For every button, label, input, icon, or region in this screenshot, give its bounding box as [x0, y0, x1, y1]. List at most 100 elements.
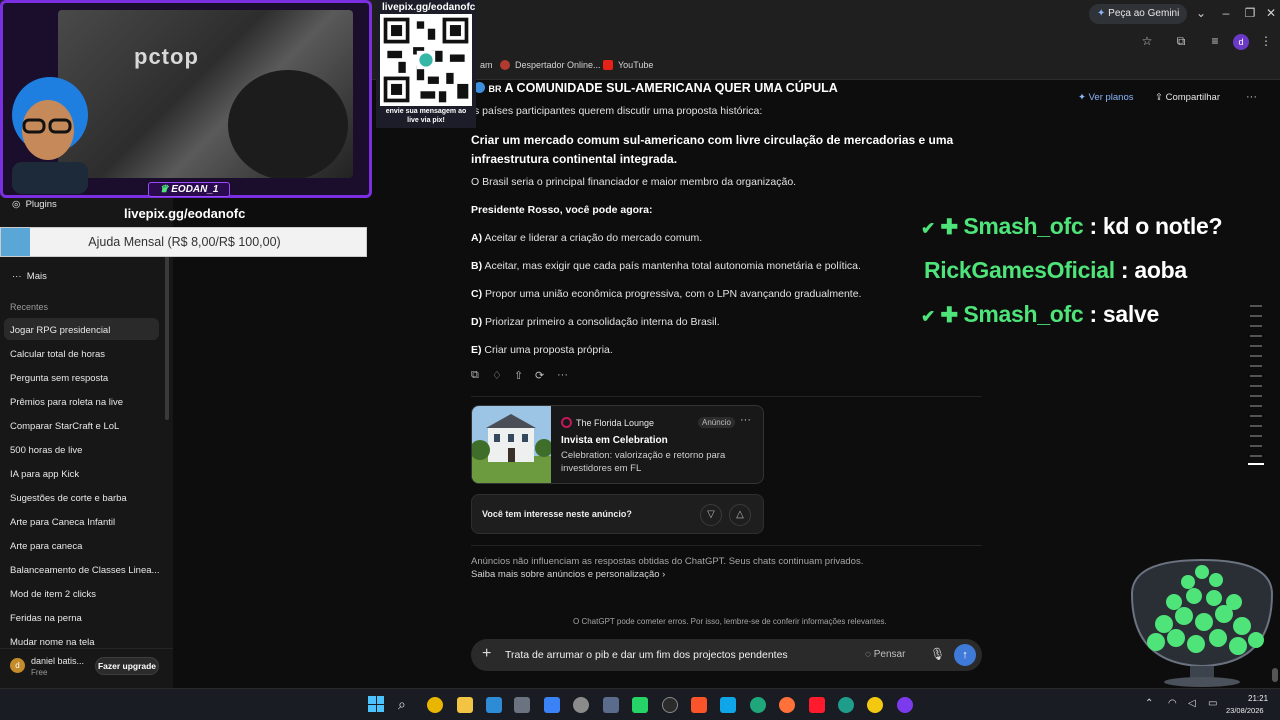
option-key: C): [471, 288, 483, 300]
sidebar-chat-item[interactable]: Pergunta sem resposta: [10, 373, 108, 384]
ad-learn-more-link[interactable]: Saiba mais sobre anúncios e personalizaç…: [471, 569, 665, 580]
sidebar-chat-item[interactable]: Balanceamento de Classes Linea...: [10, 565, 159, 576]
ad-question: Você tem interesse neste anúncio?: [482, 509, 632, 519]
sidebar-chat-item[interactable]: IA para app Kick: [10, 469, 79, 480]
app-icon[interactable]: [867, 697, 883, 713]
plugins-icon: ◎: [12, 199, 21, 210]
chrome-icon[interactable]: [427, 697, 443, 713]
reading-list-icon[interactable]: ≡: [1207, 34, 1223, 48]
tab-search-icon[interactable]: ⌄: [1193, 6, 1209, 20]
sidebar-chat-item[interactable]: Mudar nome na tela: [10, 637, 95, 646]
plus-icon[interactable]: +: [482, 645, 491, 663]
ad-headline: Invista em Celebration: [561, 435, 668, 446]
sidebar-item-plugins[interactable]: ◎ Plugins: [12, 199, 57, 210]
edge-icon[interactable]: [750, 697, 766, 713]
tray-chevron-icon[interactable]: ⌃: [1145, 698, 1153, 709]
regenerate-icon[interactable]: ⟳: [535, 369, 544, 382]
upgrade-button[interactable]: Fazer upgrade: [95, 657, 159, 675]
ad-menu-icon[interactable]: ···: [740, 414, 751, 426]
close-icon[interactable]: ✕: [1263, 6, 1279, 20]
firefox-icon[interactable]: [779, 697, 795, 713]
think-label: Pensar: [873, 649, 906, 660]
gemini-label: Peça ao Gemini: [1108, 8, 1180, 19]
gemini-button[interactable]: ✦ Peça ao Gemini: [1089, 4, 1188, 24]
option-text: Aceitar e liderar a criação do mercado c…: [484, 232, 703, 244]
sidebar-chat-item[interactable]: Prêmios para roleta na live: [10, 397, 123, 408]
sidebar-chat-item[interactable]: Arte para caneca: [10, 541, 82, 552]
option-key: A): [471, 232, 483, 244]
qr-caption-2: live via pix!: [407, 117, 445, 124]
copy-icon[interactable]: ⧉: [471, 369, 479, 382]
thumbs-down-icon[interactable]: ▽: [700, 504, 722, 526]
extensions-icon[interactable]: ⧉: [1173, 34, 1189, 49]
message-intro: s países participantes querem discutir u…: [474, 105, 763, 117]
start-icon[interactable]: [368, 696, 384, 712]
qr-title: livepix.gg/eodanofc: [382, 2, 476, 13]
app-icon[interactable]: [897, 697, 913, 713]
vivaldi-icon[interactable]: [809, 697, 825, 713]
capcut-icon[interactable]: [720, 697, 736, 713]
feedback-icon[interactable]: ♢: [492, 369, 502, 382]
whatsapp-icon[interactable]: [632, 697, 648, 713]
browser-menu-icon[interactable]: ⋮: [1258, 34, 1274, 48]
share-icon[interactable]: ⇧: [514, 369, 523, 382]
youtube-icon: [603, 60, 613, 70]
brave-icon[interactable]: [691, 697, 707, 713]
app-icon[interactable]: [603, 697, 619, 713]
sidebar-chat-item[interactable]: Feridas na perna: [10, 613, 82, 624]
sidebar-chat-item[interactable]: Mod de item 2 clicks: [10, 589, 96, 600]
see-plans-button[interactable]: ✦ Ver planos: [1078, 92, 1134, 103]
minimize-icon[interactable]: –: [1218, 6, 1234, 20]
more-actions-icon[interactable]: ···: [557, 369, 568, 381]
ad-house-image: [472, 406, 551, 483]
share-label: Compartilhar: [1165, 92, 1220, 103]
sidebar-chat-item[interactable]: Jogar RPG presidencial: [10, 325, 110, 336]
wifi-icon[interactable]: ◠: [1168, 698, 1177, 709]
thumbs-up-icon[interactable]: △: [729, 504, 751, 526]
microphone-icon[interactable]: 🎙: [930, 647, 945, 661]
battery-icon[interactable]: ▭: [1208, 698, 1217, 709]
proposal-line-2: infraestrutura continental integrada.: [471, 152, 678, 166]
avatar[interactable]: d: [10, 658, 25, 673]
bookmark-item[interactable]: Despertador Online...: [500, 60, 601, 70]
bookmark-star-icon[interactable]: ☆: [1139, 34, 1155, 48]
sidebar-item-more[interactable]: ··· Mais: [12, 271, 47, 282]
volume-icon[interactable]: ◁: [1188, 698, 1196, 709]
sidebar-scrollbar[interactable]: [165, 250, 169, 420]
share-button[interactable]: ⇪ Compartilhar: [1155, 92, 1220, 103]
sidebar-chat-item[interactable]: Sugestões de corte e barba: [10, 493, 127, 504]
sub-badge-icon: ✚: [934, 216, 964, 239]
search-icon[interactable]: ⌕: [398, 696, 406, 713]
option-key: B): [471, 260, 483, 272]
notepad-icon[interactable]: [514, 697, 530, 713]
settings-icon[interactable]: [573, 697, 589, 713]
chat-message: ✔ ✚ Smash_ofc : kd o notle?: [921, 213, 1223, 240]
profile-avatar[interactable]: d: [1233, 34, 1249, 50]
file-explorer-icon[interactable]: [457, 697, 473, 713]
snipping-icon[interactable]: [544, 697, 560, 713]
restore-icon[interactable]: ❐: [1242, 6, 1258, 20]
photos-icon[interactable]: [486, 697, 502, 713]
chevron-right-icon: ›: [662, 569, 666, 580]
bookmark-item[interactable]: YouTube: [603, 60, 653, 70]
clock-time[interactable]: 21:21: [1248, 694, 1268, 703]
browser-icon[interactable]: [838, 697, 854, 713]
send-button[interactable]: ↑: [954, 644, 976, 666]
think-button[interactable]: ◌ Pensar: [865, 649, 905, 660]
conversation-menu-icon[interactable]: ···: [1246, 91, 1257, 103]
divider: [471, 545, 982, 546]
message-input[interactable]: Trata de arrumar o pib e dar um fim dos …: [505, 649, 788, 661]
recents-heading: Recentes: [10, 302, 49, 312]
taskbar: ⌕ ⌃ ◠ ◁ ▭ 21:21 23/08/2026: [0, 688, 1280, 720]
sidebar-chat-item[interactable]: 500 horas de live: [10, 445, 82, 456]
sparkle-icon: ✦: [1097, 8, 1106, 19]
obs-icon[interactable]: [662, 697, 678, 713]
clock-date[interactable]: 23/08/2026: [1226, 706, 1264, 715]
sidebar-chat-item[interactable]: Comparar StarCraft e LoL: [10, 421, 119, 432]
bookmark-item[interactable]: am: [480, 60, 493, 70]
ad-card[interactable]: The Florida Lounge Anúncio ··· Invista e…: [471, 405, 764, 484]
livepix-url: livepix.gg/eodanofc: [124, 206, 246, 221]
option-key: D): [471, 316, 483, 328]
sidebar-chat-item[interactable]: Arte para Caneca Infantil: [10, 517, 115, 528]
sidebar-chat-item[interactable]: Calcular total de horas: [10, 349, 105, 360]
